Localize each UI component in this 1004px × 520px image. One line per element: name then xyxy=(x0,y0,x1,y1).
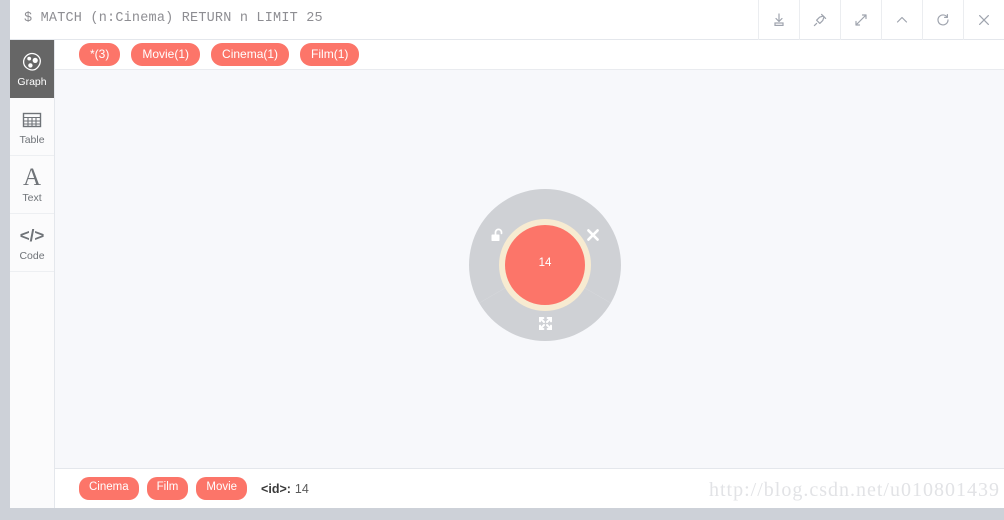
query-text[interactable]: $ MATCH (n:Cinema) RETURN n LIMIT 25 xyxy=(24,11,323,26)
sidebar-item-label: Text xyxy=(22,191,42,204)
query-bar: $ MATCH (n:Cinema) RETURN n LIMIT 25 xyxy=(10,0,1004,40)
detail-id-value: 14 xyxy=(294,481,309,496)
detail-label-movie[interactable]: Movie xyxy=(196,477,248,500)
graph-node-group[interactable]: 14 xyxy=(465,185,625,345)
detail-label-cinema[interactable]: Cinema xyxy=(79,477,139,500)
label-pill-movie[interactable]: Movie(1) xyxy=(131,43,201,66)
expand-node-icon[interactable] xyxy=(535,313,555,333)
sidebar-item-text[interactable]: A Text xyxy=(10,156,54,214)
view-sidebar: Graph Table A Text </> Code xyxy=(10,40,55,508)
sidebar-item-label: Graph xyxy=(17,75,47,88)
label-pill-all[interactable]: *(3) xyxy=(79,43,121,66)
graph-canvas[interactable]: 14 xyxy=(55,70,1004,468)
text-icon: A xyxy=(22,163,42,191)
label-pill-cinema[interactable]: Cinema(1) xyxy=(211,43,290,66)
detail-label-film[interactable]: Film xyxy=(146,477,189,500)
pin-icon[interactable] xyxy=(799,0,840,40)
label-pill-film[interactable]: Film(1) xyxy=(300,43,360,66)
sidebar-item-label: Table xyxy=(19,133,45,146)
refresh-icon[interactable] xyxy=(922,0,963,40)
download-icon[interactable] xyxy=(758,0,799,40)
code-icon: </> xyxy=(19,225,45,245)
table-icon xyxy=(21,108,43,132)
chevron-up-icon[interactable] xyxy=(881,0,922,40)
graph-icon xyxy=(21,50,43,74)
close-icon[interactable] xyxy=(963,0,1004,40)
node-circle[interactable] xyxy=(505,225,585,305)
sidebar-item-code[interactable]: </> Code xyxy=(10,214,54,272)
sidebar-item-graph[interactable]: Graph xyxy=(10,40,54,98)
unlock-icon[interactable] xyxy=(487,225,507,245)
node-detail-bar: Cinema Film Movie <id>: 14 xyxy=(55,468,1004,508)
expand-icon[interactable] xyxy=(840,0,881,40)
detail-id-key: <id>: xyxy=(261,481,291,496)
query-toolbar xyxy=(758,0,1004,40)
result-frame: $ MATCH (n:Cinema) RETURN n LIMIT 25 Gra… xyxy=(10,0,1004,508)
sidebar-item-label: Code xyxy=(19,249,45,262)
dismiss-icon[interactable] xyxy=(583,225,603,245)
sidebar-item-table[interactable]: Table xyxy=(10,98,54,156)
label-pill-row: *(3) Movie(1) Cinema(1) Film(1) xyxy=(55,40,1004,70)
